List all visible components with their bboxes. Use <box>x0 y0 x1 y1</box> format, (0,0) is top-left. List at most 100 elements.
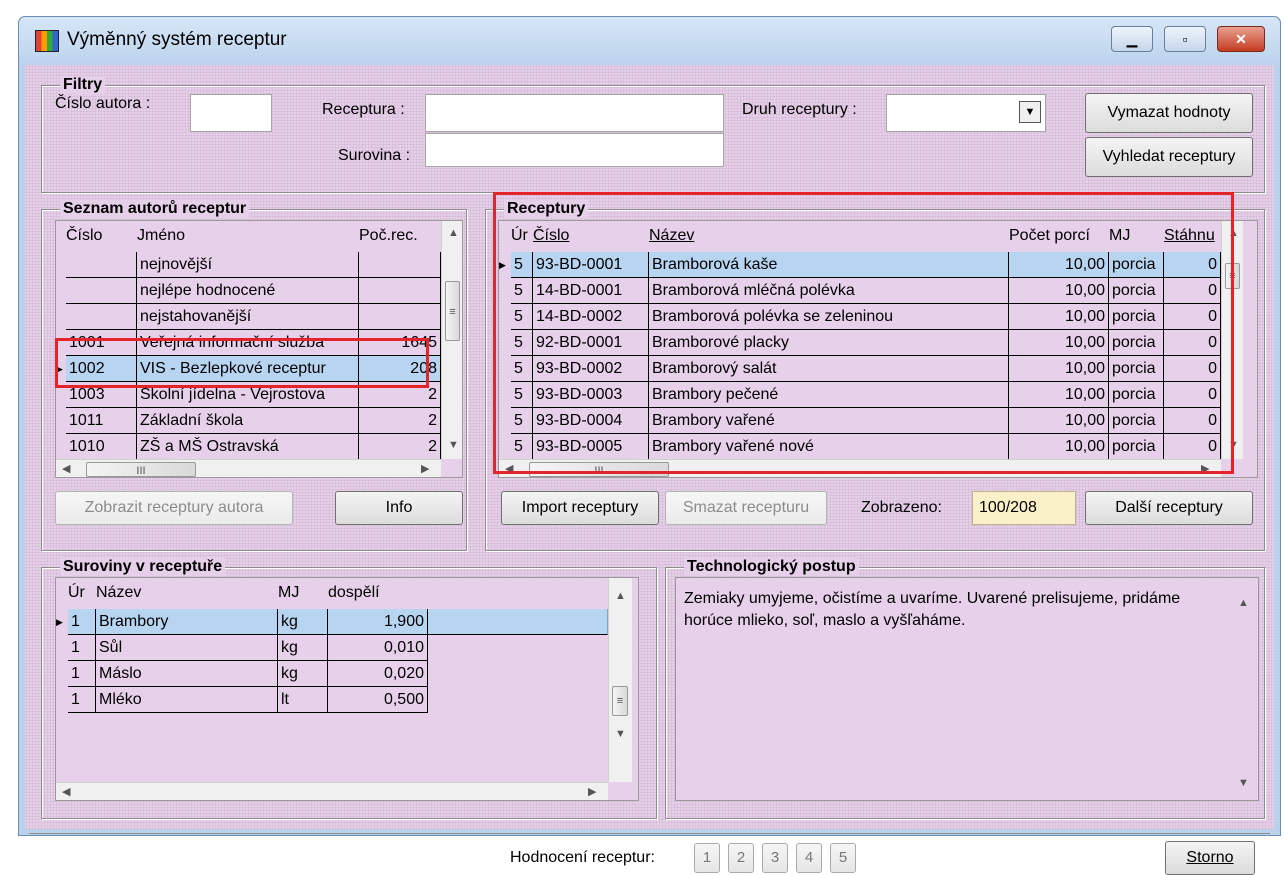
authors-hscroll-thumb[interactable]: III <box>86 462 196 477</box>
ingredients-col-name[interactable]: Název <box>96 578 141 608</box>
recipes-hscroll-thumb[interactable]: III <box>529 462 669 477</box>
ingredients-col-unit[interactable]: MJ <box>278 578 299 608</box>
row-indicator-icon: ▶ <box>56 617 63 627</box>
ingredients-vscroll-thumb[interactable]: ≡ <box>612 686 628 716</box>
scroll-up-icon[interactable]: ▲ <box>1238 592 1249 614</box>
scroll-right-icon[interactable]: ▶ <box>588 785 596 798</box>
recipe-level-cell: 5 <box>511 252 533 278</box>
window-title: Výměnný systém receptur <box>67 29 287 50</box>
author-number-cell: 1011 <box>66 408 137 434</box>
recipe-input[interactable] <box>425 94 724 132</box>
maximize-button[interactable]: ▫ <box>1164 26 1206 52</box>
title-bar[interactable]: Výměnný systém receptur ▁ ▫ ✕ <box>19 17 1280 65</box>
row-indicator-icon: ▶ <box>499 260 506 270</box>
recipe-portions-cell: 10,00 <box>1009 252 1109 278</box>
ingredient-unit-cell: kg <box>278 661 328 687</box>
minimize-button[interactable]: ▁ <box>1111 26 1153 52</box>
author-count-cell: 2 <box>359 408 441 434</box>
rating-2-button[interactable]: 2 <box>728 843 754 873</box>
rating-3-button[interactable]: 3 <box>762 843 788 873</box>
scroll-up-icon[interactable]: ▲ <box>615 590 626 602</box>
recipes-vscrollbar[interactable]: ▲ ≡ ▼ <box>1221 221 1243 459</box>
recipes-col-number[interactable]: Číslo <box>533 221 569 251</box>
recipe-level-cell: 5 <box>511 434 533 460</box>
ingredients-col-adults[interactable]: dospělí <box>328 578 380 608</box>
authors-vscroll-thumb[interactable]: ≡ <box>445 281 460 341</box>
author-name-cell: Základní škola <box>137 408 359 434</box>
scroll-down-icon[interactable]: ▼ <box>1238 772 1249 794</box>
ingredient-input[interactable] <box>425 133 724 167</box>
clear-values-button[interactable]: Vymazat hodnoty <box>1085 93 1253 133</box>
recipe-type-select[interactable]: ▼ <box>886 94 1046 132</box>
cancel-button[interactable]: Storno <box>1165 841 1255 875</box>
author-number-cell <box>66 278 137 304</box>
search-recipes-button[interactable]: Vyhledat receptury <box>1085 137 1253 177</box>
rating-5-button[interactable]: 5 <box>830 843 856 873</box>
recipes-hscrollbar[interactable]: ◀ III ▶ <box>499 459 1221 477</box>
close-button[interactable]: ✕ <box>1217 26 1265 52</box>
technology-textarea[interactable]: Zemiaky umyjeme, očistíme a uvaríme. Uva… <box>675 577 1259 801</box>
delete-recipe-button[interactable]: Smazat recepturu <box>665 491 827 525</box>
recipes-col-level[interactable]: Úr <box>511 221 528 251</box>
recipe-name-cell: Brambory vařené nové <box>649 434 1009 460</box>
recipe-name-cell: Brambory pečené <box>649 382 1009 408</box>
authors-col-count[interactable]: Poč.rec. <box>359 221 418 251</box>
import-recipe-button[interactable]: Import receptury <box>501 491 659 525</box>
recipe-unit-cell: porcia <box>1109 278 1164 304</box>
ingredient-name-cell: Sůl <box>96 635 278 661</box>
author-count-cell: 2 <box>359 382 441 408</box>
ingredient-qty-cell: 0,020 <box>328 661 428 687</box>
chevron-down-icon[interactable]: ▼ <box>1019 101 1041 123</box>
ingredients-col-level[interactable]: Úr <box>68 578 85 608</box>
author-name-cell: Veřejná informační služba <box>137 330 359 356</box>
scroll-right-icon[interactable]: ▶ <box>1201 462 1209 475</box>
recipes-col-downloads[interactable]: Stáhnu <box>1164 221 1215 251</box>
more-recipes-button[interactable]: Další receptury <box>1085 491 1253 525</box>
ingredient-level-cell: 1 <box>68 635 96 661</box>
recipes-col-unit[interactable]: MJ <box>1109 221 1130 251</box>
recipe-name-cell: Bramborové placky <box>649 330 1009 356</box>
recipe-downloads-cell: 0 <box>1164 434 1221 460</box>
ingredient-qty-cell: 0,500 <box>328 687 428 713</box>
recipe-unit-cell: porcia <box>1109 304 1164 330</box>
recipe-number-cell: 92-BD-0001 <box>533 330 649 356</box>
authors-col-name[interactable]: Jméno <box>137 221 185 251</box>
ingredients-vscrollbar[interactable]: ▲ ≡ ▼ <box>608 578 632 782</box>
recipes-col-name[interactable]: Název <box>649 221 694 251</box>
recipe-number-cell: 14-BD-0002 <box>533 304 649 330</box>
scroll-right-icon[interactable]: ▶ <box>421 462 429 475</box>
scroll-down-icon[interactable]: ▼ <box>1228 439 1239 451</box>
rating-1-button[interactable]: 1 <box>694 843 720 873</box>
authors-vscrollbar[interactable]: ▲ ≡ ▼ <box>441 221 462 459</box>
show-author-recipes-button[interactable]: Zobrazit receptury autora <box>55 491 293 525</box>
ingredient-level-cell: 1 <box>68 609 96 635</box>
recipe-portions-cell: 10,00 <box>1009 382 1109 408</box>
recipe-portions-cell: 10,00 <box>1009 278 1109 304</box>
author-count-cell: 1645 <box>359 330 441 356</box>
authors-col-number[interactable]: Číslo <box>66 221 102 251</box>
recipes-vscroll-thumb[interactable]: ≡ <box>1225 263 1240 289</box>
recipe-name-cell: Bramborová kaše <box>649 252 1009 278</box>
recipe-name-cell: Bramborová mléčná polévka <box>649 278 1009 304</box>
scroll-up-icon[interactable]: ▲ <box>448 227 459 239</box>
author-number-cell: 1003 <box>66 382 137 408</box>
author-name-cell: nejlépe hodnocené <box>137 278 359 304</box>
ingredients-hscrollbar[interactable]: ◀ ▶ <box>56 782 608 800</box>
scroll-left-icon[interactable]: ◀ <box>62 785 70 798</box>
scroll-left-icon[interactable]: ◀ <box>505 462 513 475</box>
recipe-level-cell: 5 <box>511 330 533 356</box>
rating-4-button[interactable]: 4 <box>796 843 822 873</box>
footer-divider <box>29 833 1270 834</box>
recipes-col-portions[interactable]: Počet porcí <box>1009 221 1090 251</box>
authors-hscrollbar[interactable]: ◀ III ▶ <box>56 459 441 477</box>
scroll-left-icon[interactable]: ◀ <box>62 462 70 475</box>
scroll-down-icon[interactable]: ▼ <box>615 728 626 740</box>
author-number-input[interactable] <box>190 94 272 132</box>
author-number-cell: 1002 <box>66 356 137 382</box>
recipe-type-label: Druh receptury : <box>742 101 857 118</box>
author-count-cell: 208 <box>359 356 441 382</box>
scroll-down-icon[interactable]: ▼ <box>448 439 459 451</box>
recipe-downloads-cell: 0 <box>1164 252 1221 278</box>
scroll-up-icon[interactable]: ▲ <box>1228 227 1239 239</box>
info-button[interactable]: Info <box>335 491 463 525</box>
